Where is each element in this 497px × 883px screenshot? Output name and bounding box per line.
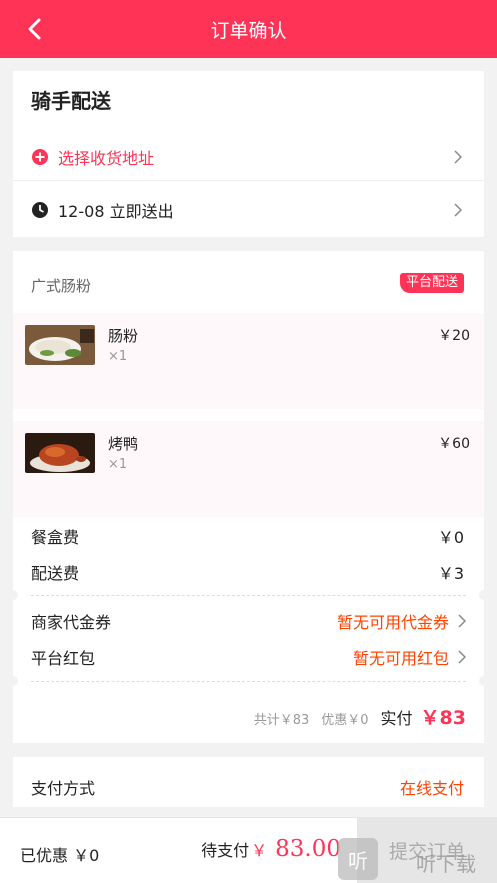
promo-label: 商家代金券 [31,613,112,632]
item-name: 烤鸭 [108,435,139,453]
delivery-method-title: 骑手配送 [31,89,111,113]
item-name: 肠粉 [108,327,139,345]
delivery-card: 骑手配送 选择收货地址 12-08 立即送出 [13,71,484,237]
fee-label: 餐盒费 [31,528,80,547]
divider [31,681,466,682]
notch-decoration [8,590,18,600]
back-arrow-icon[interactable] [20,14,50,44]
amount-due: 待支付 ￥ 83.00 [201,836,341,862]
item-price: ￥20 [438,328,470,344]
roast-duck-image [25,433,95,473]
bottom-bar: 已优惠 ￥0 待支付 ￥ 83.00 [0,817,357,883]
notch-decoration [479,590,489,600]
delivery-time-label: 12-08 立即送出 [58,202,174,221]
order-item: 烤鸭 ×1 ￥60 [13,421,484,517]
divider [31,595,466,596]
fee-label: 配送费 [31,564,80,583]
promo-value: 暂无可用代金券 [336,613,449,632]
fee-value: ￥3 [437,564,464,583]
header-bar: 订单确认 [0,0,497,58]
fee-value: ￥0 [437,528,464,547]
packaging-fee-row: 餐盒费 ￥0 [31,524,466,548]
select-address-row[interactable]: 选择收货地址 [13,133,484,181]
amount-due-label: 待支付 [201,841,250,860]
notch-decoration [8,676,18,686]
clock-icon [31,201,49,219]
order-summary: 共计￥83 优惠￥0 实付 ￥83 [254,703,466,730]
saved-amount-text: 已优惠 ￥0 [20,846,100,865]
discount-text: 优惠￥0 [321,713,369,728]
payment-method-row[interactable]: 支付方式 在线支付 [13,757,484,807]
delivery-tag-badge: 平台配送 [399,273,464,293]
delivery-fee-row: 配送费 ￥3 [31,560,466,584]
chevron-right-icon [454,149,462,164]
total-text: 共计￥83 [253,713,310,728]
order-card: 广式肠粉 平台配送 肠粉 ×1 ￥20 烤鸭 ×1 ￥60 餐盒费 ￥0 配送费… [8,251,489,743]
payment-value[interactable]: 在线支付 [400,775,464,799]
amount-due-value: 83.00 [275,836,341,862]
page-title: 订单确认 [210,19,287,42]
chevron-right-icon [458,614,466,628]
plus-circle-icon [31,148,49,166]
chevron-right-icon [454,203,462,217]
currency-symbol: ￥ [251,841,268,860]
delivery-time-row[interactable]: 12-08 立即送出 [13,185,484,235]
chevron-right-icon [458,650,466,664]
item-quantity: ×1 [108,457,128,472]
paid-label: 实付 [380,709,413,728]
merchant-voucher-row[interactable]: 商家代金券 暂无可用代金券 [31,609,466,633]
shop-name: 广式肠粉 [31,277,92,295]
paid-value: ￥83 [420,707,466,729]
promo-value: 暂无可用红包 [352,649,449,668]
order-item: 肠粉 ×1 ￥20 [13,313,484,409]
promo-label: 平台红包 [31,649,96,668]
item-quantity: ×1 [108,349,128,364]
watermark-text: 听下载 [416,852,476,876]
select-address-label: 选择收货地址 [58,148,155,168]
rice-roll-image [25,325,95,365]
platform-red-packet-row[interactable]: 平台红包 暂无可用红包 [31,645,466,669]
payment-label: 支付方式 [31,779,96,798]
watermark-badge: 听 [338,838,378,880]
notch-decoration [479,676,489,686]
item-price: ￥60 [438,436,470,452]
